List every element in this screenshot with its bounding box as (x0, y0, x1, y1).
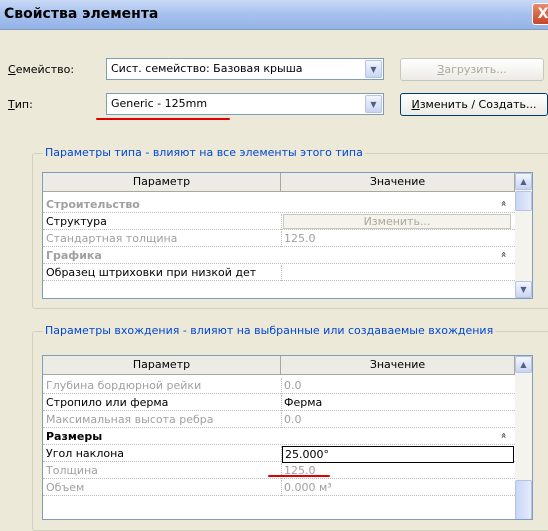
family-value: Сист. семейство: Базовая крыша (111, 62, 303, 75)
param-row[interactable]: Объем 0.000 м³ (43, 480, 515, 496)
category-label: Графика (46, 249, 102, 262)
collapse-icon[interactable]: » (499, 432, 510, 438)
category-row[interactable]: Строительство » (43, 197, 515, 213)
param-name: Структура (46, 215, 107, 228)
param-name: Стропило или ферма (46, 396, 169, 409)
type-params-legend: Параметры типа - влияют на все элементы … (43, 146, 365, 159)
category-row[interactable]: Размеры » (43, 429, 515, 445)
param-name: Угол наклона (46, 447, 125, 460)
scroll-thumb[interactable] (515, 480, 532, 519)
param-name: Глубина бордюрной рейки (46, 379, 202, 392)
type-label: Тип: (8, 98, 33, 111)
param-value: 0.000 м³ (284, 481, 332, 494)
scroll-up-icon[interactable]: ▲ (515, 173, 532, 190)
column-divider (281, 395, 282, 411)
category-label: Строительство (46, 198, 140, 211)
family-combobox[interactable]: Сист. семейство: Базовая крыша ▼ (106, 58, 384, 80)
param-row[interactable]: Стропило или ферма Ферма (43, 395, 515, 411)
window-title: Свойства элемента (4, 6, 159, 22)
column-divider (281, 265, 282, 281)
param-value: 125.0 (284, 232, 316, 245)
type-value: Generic - 125mm (111, 97, 208, 110)
scroll-up-icon[interactable]: ▲ (515, 356, 532, 373)
type-combobox[interactable]: Generic - 125mm ▼ (106, 93, 384, 115)
param-name: Максимальная высота ребра (46, 413, 214, 426)
param-name: Стандартная толщина (46, 232, 178, 245)
type-params-scrollbar[interactable]: ▲ ▼ (515, 173, 532, 298)
param-row[interactable]: Угол наклона 25.000° (43, 446, 515, 463)
instance-params-scrollbar[interactable]: ▲ (515, 356, 532, 519)
param-value: 0.0 (284, 413, 302, 426)
column-divider (281, 412, 282, 428)
param-name: Толщина (46, 464, 98, 477)
col-value-header[interactable]: Значение (281, 356, 515, 375)
chevron-down-icon[interactable]: ▼ (365, 95, 382, 113)
scroll-down-icon[interactable]: ▼ (515, 281, 532, 298)
edit-structure-button[interactable]: Изменить... (283, 214, 511, 229)
close-button[interactable]: X (532, 3, 548, 25)
column-divider (281, 214, 282, 230)
category-label: Размеры (46, 430, 103, 443)
col-param-header[interactable]: Параметр (43, 356, 281, 375)
column-divider (281, 378, 282, 394)
instance-params-grid: Параметр Значение Глубина бордюрной рейк… (42, 355, 533, 520)
param-row[interactable]: Структура Изменить... (43, 214, 515, 230)
col-value-header[interactable]: Значение (281, 173, 515, 192)
type-params-grid: Параметр Значение Строительство » Структур… (42, 172, 533, 299)
category-row[interactable]: Графика » (43, 248, 515, 264)
param-row[interactable]: Глубина бордюрной рейки 0.0 (43, 378, 515, 394)
param-row[interactable]: Образец штриховки при низкой дет (43, 265, 515, 281)
param-name: Образец штриховки при низкой дет (46, 266, 257, 279)
collapse-icon[interactable]: » (499, 251, 510, 257)
scroll-thumb[interactable] (515, 191, 532, 211)
col-param-header[interactable]: Параметр (43, 173, 281, 192)
param-value: Ферма (284, 396, 323, 409)
red-underline-annotation (96, 118, 230, 120)
param-name: Объем (46, 481, 85, 494)
param-row[interactable]: Максимальная высота ребра 0.0 (43, 412, 515, 428)
instance-params-header: Параметр Значение (43, 356, 515, 375)
family-label: Семейство: (8, 63, 75, 76)
slope-angle-input[interactable]: 25.000° (282, 446, 514, 463)
edit-new-button[interactable]: Изменить / Создать... (400, 93, 548, 116)
column-divider (281, 231, 282, 247)
chevron-down-icon[interactable]: ▼ (365, 60, 382, 78)
title-bar: Свойства элемента X (0, 0, 548, 30)
param-row[interactable]: Стандартная толщина 125.0 (43, 231, 515, 247)
param-value: 0.0 (284, 379, 302, 392)
load-button[interactable]: Загрузить... (400, 58, 544, 81)
instance-params-legend: Параметры вхождения - влияют на выбранны… (43, 324, 496, 337)
type-params-header: Параметр Значение (43, 173, 515, 192)
collapse-icon[interactable]: » (499, 200, 510, 206)
column-divider (281, 480, 282, 496)
red-underline-annotation (268, 475, 330, 477)
